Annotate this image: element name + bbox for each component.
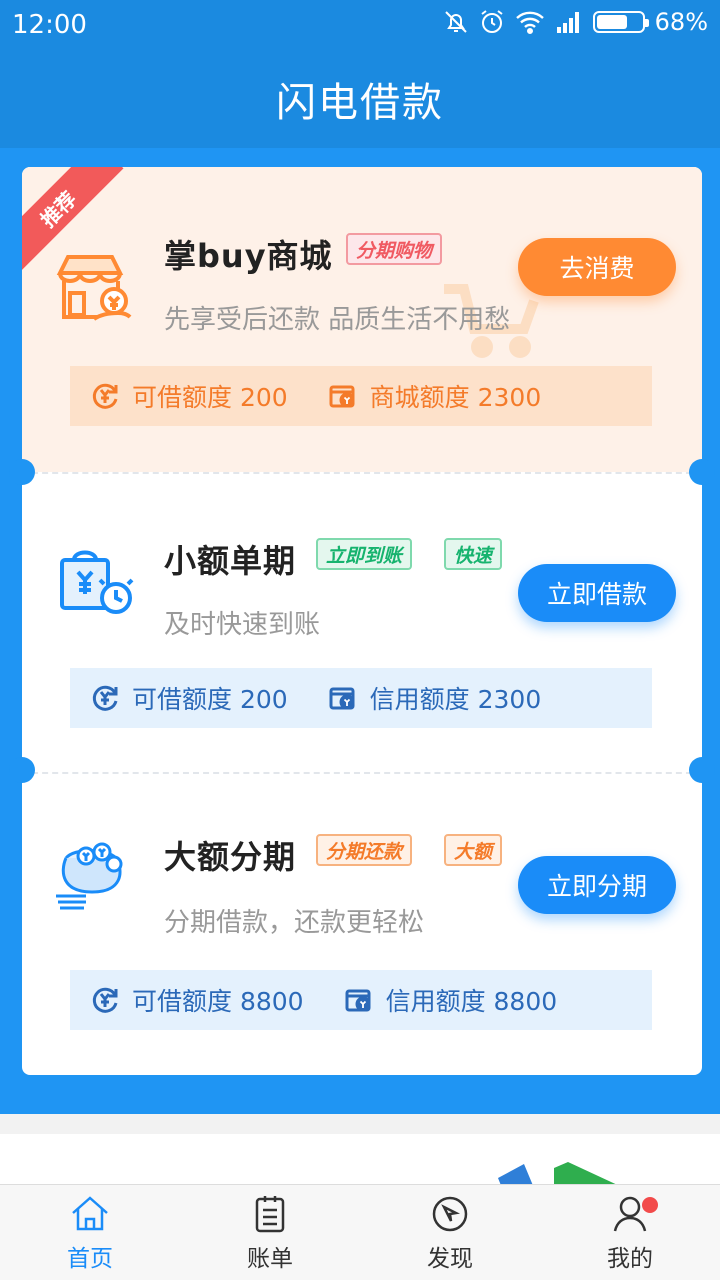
- shop-now-button[interactable]: 去消费: [518, 238, 676, 296]
- home-icon: [72, 1196, 108, 1231]
- status-bar: 12:00 68%: [0, 0, 720, 50]
- status-time: 12:00: [12, 10, 87, 40]
- card-notch: [9, 459, 35, 485]
- banner-card[interactable]: [0, 1134, 720, 1184]
- mall-quota-text: 商城额度 2300: [369, 383, 542, 412]
- borrow-now-button[interactable]: 立即借款: [518, 564, 676, 622]
- yen-cycle-icon: [92, 987, 118, 1013]
- product-title: 小额单期: [164, 542, 297, 580]
- quota-bar: 可借额度 200 信用额度 2300: [70, 668, 652, 728]
- banner-graphic-icon: [498, 1162, 616, 1184]
- battery-fill: [596, 15, 627, 29]
- bottom-tab-bar: 首页 账单 发现 我的: [0, 1184, 720, 1280]
- battery-icon: [592, 11, 649, 33]
- wallet-icon: [329, 687, 355, 710]
- card-notch: [689, 757, 715, 783]
- wallet-icon: [345, 989, 371, 1012]
- notification-badge: [642, 1197, 658, 1213]
- tab-bill[interactable]: 账单: [180, 1185, 360, 1280]
- installment-now-button[interactable]: 立即分期: [518, 856, 676, 914]
- product-large-installment[interactable]: 大额分期 分期还款 大额 分期借款，还款更轻松 立即分期 可借额度 8800 信…: [22, 772, 702, 1075]
- product-title: 大额分期: [164, 838, 297, 876]
- status-icons: 68%: [443, 8, 708, 36]
- app-header: 闪电借款: [0, 50, 720, 148]
- yen-cycle-icon: [92, 383, 118, 409]
- available-quota: 可借额度 8800: [90, 982, 304, 1018]
- product-tag: 立即到账: [316, 538, 413, 570]
- signal-icon: [556, 12, 579, 33]
- bill-icon: [255, 1196, 285, 1233]
- product-subtitle: 分期借款，还款更轻松: [164, 908, 425, 938]
- shopping-bag-clock-icon: [60, 550, 134, 614]
- card-notch: [689, 459, 715, 485]
- yen-cycle-icon: [92, 685, 118, 711]
- product-tag: 快速: [444, 538, 503, 570]
- tab-discover[interactable]: 发现: [360, 1185, 540, 1280]
- product-mall[interactable]: 推荐 掌buy商城 分期购物 先享受后还款 品质生活不用愁 去消费 可借额度 2…: [22, 167, 702, 472]
- available-quota: 可借额度 200: [90, 378, 288, 414]
- available-quota-text: 可借额度 8800: [132, 987, 304, 1016]
- compass-icon: [432, 1196, 468, 1232]
- tab-label: 账单: [247, 1246, 293, 1272]
- product-subtitle: 先享受后还款 品质生活不用愁: [164, 305, 511, 335]
- available-quota-text: 可借额度 200: [132, 685, 288, 714]
- alarm-icon: [481, 10, 503, 33]
- battery-percent: 68%: [654, 8, 708, 36]
- product-tag: 分期还款: [316, 834, 413, 866]
- product-panel: 推荐 掌buy商城 分期购物 先享受后还款 品质生活不用愁 去消费 可借额度 2…: [0, 148, 720, 1114]
- credit-quota: 信用额度 8800: [344, 982, 558, 1018]
- page-title: 闪电借款: [276, 80, 444, 126]
- quota-bar: 可借额度 8800 信用额度 8800: [70, 970, 652, 1030]
- product-title: 掌buy商城: [164, 237, 333, 275]
- card-notch: [9, 757, 35, 783]
- tab-home[interactable]: 首页: [0, 1185, 180, 1280]
- available-quota: 可借额度 200: [90, 680, 288, 716]
- tab-mine[interactable]: 我的: [540, 1185, 720, 1280]
- tab-label: 我的: [607, 1246, 653, 1272]
- credit-quota-text: 信用额度 2300: [369, 685, 542, 714]
- wifi-icon: [515, 11, 544, 34]
- shop-icon: [56, 255, 132, 321]
- tab-label: 发现: [427, 1246, 473, 1272]
- mall-quota: 商城额度 2300: [328, 378, 542, 414]
- available-quota-text: 可借额度 200: [132, 383, 288, 412]
- tab-label: 首页: [67, 1246, 113, 1272]
- product-subtitle: 及时快速到账: [164, 610, 321, 640]
- product-tag: 分期购物: [346, 233, 443, 265]
- product-card: 推荐 掌buy商城 分期购物 先享受后还款 品质生活不用愁 去消费 可借额度 2…: [22, 167, 702, 1075]
- credit-quota: 信用额度 2300: [328, 680, 542, 716]
- product-small-loan[interactable]: 小额单期 立即到账 快速 及时快速到账 立即借款 可借额度 200 信用额度 2…: [22, 472, 702, 772]
- bell-off-icon: [444, 11, 467, 33]
- product-tag: 大额: [444, 834, 503, 866]
- wallet-icon: [329, 385, 355, 408]
- money-bag-icon: [56, 842, 123, 910]
- credit-quota-text: 信用额度 8800: [385, 987, 558, 1016]
- quota-bar: 可借额度 200 商城额度 2300: [70, 366, 652, 426]
